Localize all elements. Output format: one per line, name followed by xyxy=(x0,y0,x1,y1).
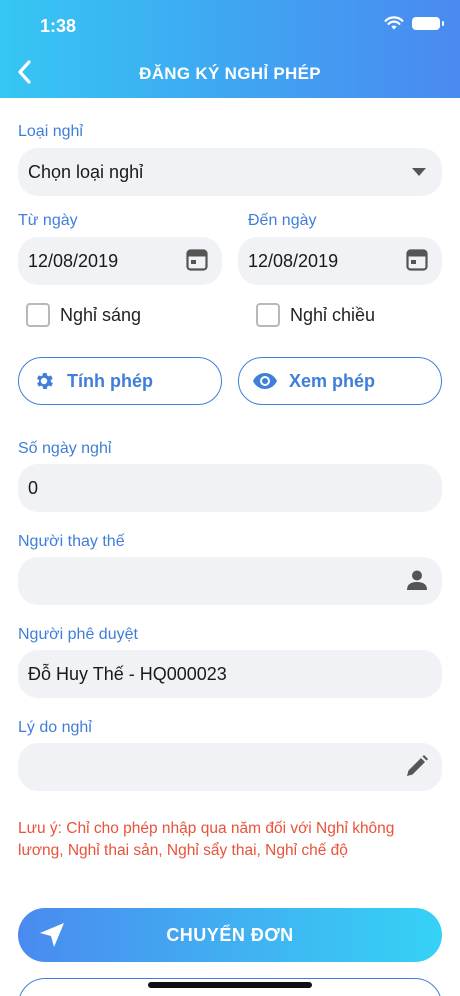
person-icon xyxy=(407,570,427,590)
eye-icon xyxy=(253,373,277,389)
from-date-field[interactable]: 12/08/2019 xyxy=(18,237,222,285)
afternoon-off-label: Nghỉ chiều xyxy=(290,304,376,325)
calendar-icon xyxy=(406,249,428,271)
morning-off-label: Nghỉ sáng xyxy=(60,304,142,325)
submit-button[interactable]: CHUYỂN ĐƠN xyxy=(18,908,442,962)
home-indicator xyxy=(148,982,312,988)
calculate-leave-label: Tính phép xyxy=(67,370,153,391)
pencil-icon xyxy=(407,755,428,776)
afternoon-off-checkbox[interactable]: Nghỉ chiều xyxy=(256,303,375,327)
app-header: 1:38 ĐĂNG KÝ NGHỈ PHÉP xyxy=(0,0,460,98)
from-date-value: 12/08/2019 xyxy=(28,250,119,271)
leave-type-value: Chọn loại nghỉ xyxy=(28,161,144,182)
leave-type-label: Loại nghỉ xyxy=(18,123,83,140)
to-date-label: Đến ngày xyxy=(248,212,317,229)
submit-label: CHUYỂN ĐƠN xyxy=(166,924,294,945)
morning-off-checkbox[interactable]: Nghỉ sáng xyxy=(26,303,141,327)
status-time: 1:38 xyxy=(40,16,77,36)
leave-note: Lưu ý: Chỉ cho phép nhập qua năm đối với… xyxy=(18,820,395,859)
reason-field[interactable] xyxy=(18,743,442,791)
calendar-icon xyxy=(186,249,208,271)
days-off-label: Số ngày nghỉ xyxy=(18,440,112,457)
checkbox-box xyxy=(256,303,280,327)
dropdown-arrow-icon xyxy=(412,168,426,176)
substitute-label: Người thay thế xyxy=(18,533,125,550)
send-icon xyxy=(40,923,64,947)
battery-icon xyxy=(412,16,444,30)
view-leave-label: Xem phép xyxy=(289,370,376,391)
reason-label: Lý do nghỉ xyxy=(18,719,92,736)
days-off-value: 0 xyxy=(28,477,39,498)
from-date-label: Từ ngày xyxy=(18,212,78,229)
view-leave-button[interactable]: Xem phép xyxy=(238,357,442,405)
page-title: ĐĂNG KÝ NGHỈ PHÉP xyxy=(139,64,321,83)
approver-value: Đỗ Huy Thế - HQ000023 xyxy=(28,663,227,684)
leave-type-select[interactable]: Chọn loại nghỉ xyxy=(18,148,442,196)
checkbox-box xyxy=(26,303,50,327)
days-off-field[interactable]: 0 xyxy=(18,464,442,512)
approver-field[interactable]: Đỗ Huy Thế - HQ000023 xyxy=(18,650,442,698)
gear-icon xyxy=(36,373,53,389)
calculate-leave-button[interactable]: Tính phép xyxy=(18,357,222,405)
to-date-value: 12/08/2019 xyxy=(248,250,339,271)
wifi-icon xyxy=(384,16,404,30)
to-date-field[interactable]: 12/08/2019 xyxy=(238,237,442,285)
status-icons xyxy=(384,16,444,30)
approver-label: Người phê duyệt xyxy=(18,626,138,643)
substitute-field[interactable] xyxy=(18,557,442,605)
